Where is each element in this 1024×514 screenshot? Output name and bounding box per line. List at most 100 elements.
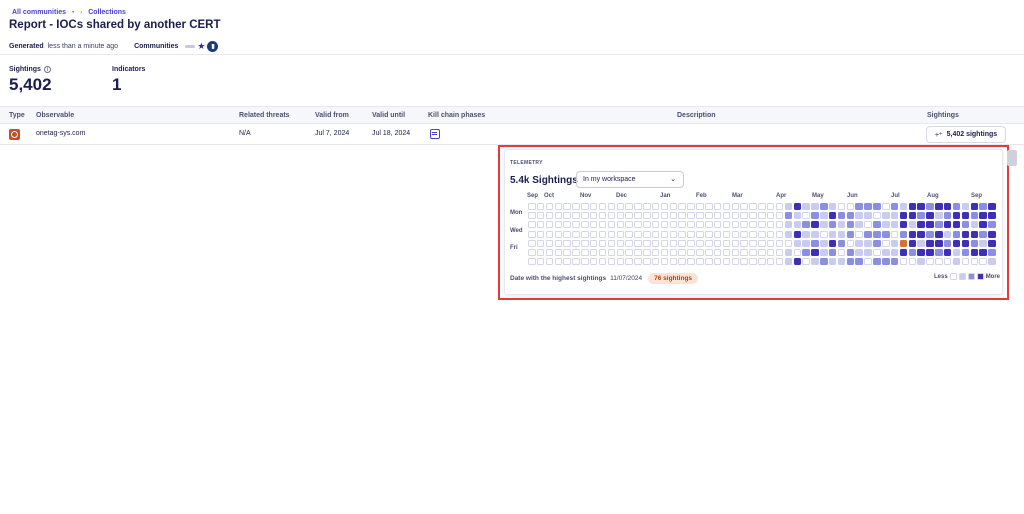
heatmap-cell[interactable] xyxy=(705,230,713,238)
heatmap-cell[interactable] xyxy=(970,230,978,238)
col-valid-until[interactable]: Valid until xyxy=(372,112,405,119)
heatmap-cell[interactable] xyxy=(917,212,925,220)
heatmap-cell[interactable] xyxy=(758,221,766,229)
heatmap-cell[interactable] xyxy=(890,258,899,266)
heatmap-cell[interactable] xyxy=(722,230,731,238)
heatmap-cell[interactable] xyxy=(749,203,757,210)
heatmap-cell[interactable] xyxy=(793,230,801,238)
heatmap-cell[interactable] xyxy=(846,230,855,238)
heatmap-cell[interactable] xyxy=(572,203,580,210)
heatmap-cell[interactable] xyxy=(731,239,740,247)
heatmap-cell[interactable] xyxy=(625,239,633,247)
heatmap-cell[interactable] xyxy=(988,239,996,247)
heatmap-cell[interactable] xyxy=(873,258,881,266)
heatmap-cell[interactable] xyxy=(660,221,669,229)
heatmap-cell[interactable] xyxy=(855,212,863,220)
heatmap-cell[interactable] xyxy=(793,203,801,210)
heatmap-cell[interactable] xyxy=(988,221,996,229)
heatmap-cell[interactable] xyxy=(731,249,740,256)
heatmap-cell[interactable] xyxy=(908,258,917,266)
heatmap-cell[interactable] xyxy=(696,203,704,210)
heatmap-cell[interactable] xyxy=(926,230,934,238)
heatmap-cell[interactable] xyxy=(687,212,695,220)
heatmap-cell[interactable] xyxy=(935,203,943,210)
heatmap-cell[interactable] xyxy=(687,203,695,210)
heatmap-cell[interactable] xyxy=(979,239,987,247)
col-kill-chain-phases[interactable]: Kill chain phases xyxy=(428,112,485,119)
sightings-button[interactable]: +⁺ 5,402 sightings xyxy=(926,126,1006,143)
heatmap-cell[interactable] xyxy=(837,239,846,247)
heatmap-cell[interactable] xyxy=(864,203,872,210)
community-avatar-icon[interactable]: ▮ xyxy=(207,41,219,52)
heatmap-cell[interactable] xyxy=(563,221,571,229)
heatmap-cell[interactable] xyxy=(820,203,828,210)
heatmap-cell[interactable] xyxy=(908,203,917,210)
heatmap-cell[interactable] xyxy=(554,203,563,210)
heatmap-cell[interactable] xyxy=(616,239,624,247)
heatmap-cell[interactable] xyxy=(625,203,633,210)
heatmap-cell[interactable] xyxy=(634,203,642,210)
heatmap-cell[interactable] xyxy=(528,258,536,266)
heatmap-cell[interactable] xyxy=(758,203,766,210)
heatmap-cell[interactable] xyxy=(696,212,704,220)
heatmap-cell[interactable] xyxy=(775,203,784,210)
heatmap-cell[interactable] xyxy=(970,258,978,266)
heatmap-cell[interactable] xyxy=(846,221,855,229)
heatmap-cell[interactable] xyxy=(758,258,766,266)
heatmap-cell[interactable] xyxy=(979,230,987,238)
heatmap-cell[interactable] xyxy=(687,239,695,247)
heatmap-cell[interactable] xyxy=(731,258,740,266)
heatmap-cell[interactable] xyxy=(643,203,651,210)
heatmap-cell[interactable] xyxy=(563,203,571,210)
heatmap-cell[interactable] xyxy=(651,239,660,247)
heatmap-cell[interactable] xyxy=(731,230,740,238)
heatmap-cell[interactable] xyxy=(713,258,722,266)
heatmap-cell[interactable] xyxy=(766,249,775,256)
heatmap-cell[interactable] xyxy=(837,221,846,229)
heatmap-cell[interactable] xyxy=(643,230,651,238)
heatmap-cell[interactable] xyxy=(828,258,837,266)
heatmap-cell[interactable] xyxy=(935,258,943,266)
heatmap-cell[interactable] xyxy=(660,203,669,210)
heatmap-cell[interactable] xyxy=(811,221,819,229)
heatmap-cell[interactable] xyxy=(749,258,757,266)
heatmap-cell[interactable] xyxy=(882,258,890,266)
heatmap-cell[interactable] xyxy=(784,230,793,238)
heatmap-cell[interactable] xyxy=(563,239,571,247)
heatmap-cell[interactable] xyxy=(705,203,713,210)
heatmap-cell[interactable] xyxy=(775,239,784,247)
heatmap-cell[interactable] xyxy=(536,221,545,229)
heatmap-cell[interactable] xyxy=(855,249,863,256)
heatmap-cell[interactable] xyxy=(802,239,810,247)
heatmap-cell[interactable] xyxy=(740,249,748,256)
heatmap-cell[interactable] xyxy=(873,249,881,256)
heatmap-cell[interactable] xyxy=(625,249,633,256)
heatmap-cell[interactable] xyxy=(722,258,731,266)
heatmap-cell[interactable] xyxy=(598,230,607,238)
heatmap-cell[interactable] xyxy=(607,249,616,256)
heatmap-cell[interactable] xyxy=(731,212,740,220)
heatmap-cell[interactable] xyxy=(554,258,563,266)
heatmap-cell[interactable] xyxy=(616,203,624,210)
heatmap-cell[interactable] xyxy=(899,221,908,229)
heatmap-cell[interactable] xyxy=(926,221,934,229)
heatmap-cell[interactable] xyxy=(607,221,616,229)
heatmap-cell[interactable] xyxy=(607,212,616,220)
heatmap-cell[interactable] xyxy=(536,249,545,256)
heatmap-cell[interactable] xyxy=(607,239,616,247)
heatmap-cell[interactable] xyxy=(669,249,678,256)
heatmap-cell[interactable] xyxy=(731,221,740,229)
heatmap-cell[interactable] xyxy=(634,230,642,238)
heatmap-cell[interactable] xyxy=(793,239,801,247)
heatmap-cell[interactable] xyxy=(970,203,978,210)
heatmap-cell[interactable] xyxy=(899,249,908,256)
heatmap-cell[interactable] xyxy=(952,230,961,238)
heatmap-cell[interactable] xyxy=(705,221,713,229)
heatmap-cell[interactable] xyxy=(935,239,943,247)
heatmap-cell[interactable] xyxy=(864,239,872,247)
heatmap-cell[interactable] xyxy=(961,212,970,220)
heatmap-cell[interactable] xyxy=(696,258,704,266)
heatmap-cell[interactable] xyxy=(758,249,766,256)
heatmap-cell[interactable] xyxy=(864,258,872,266)
heatmap-cell[interactable] xyxy=(784,221,793,229)
